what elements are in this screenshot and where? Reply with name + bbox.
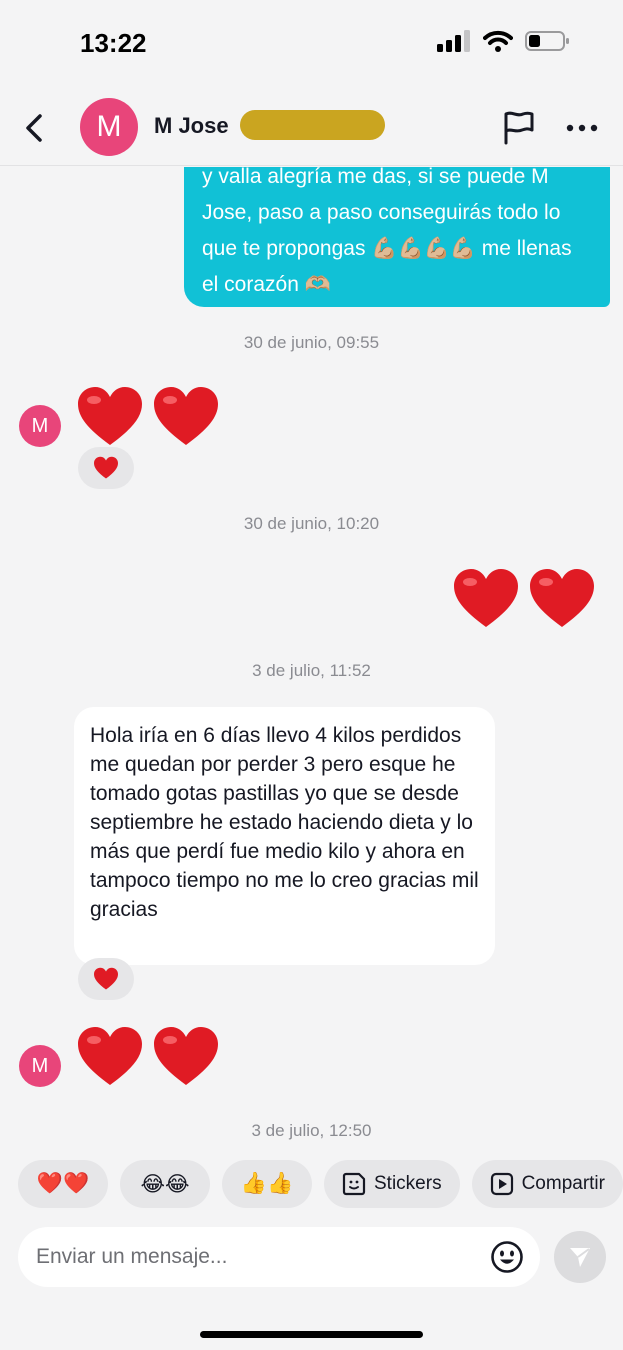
message-input[interactable]: [36, 1239, 476, 1275]
timestamp: 3 de julio, 12:50: [251, 1121, 372, 1140]
heart-reaction[interactable]: [78, 447, 134, 489]
heart-icon: [454, 569, 518, 627]
heart-emoji-message-outgoing[interactable]: [452, 567, 596, 631]
heart-emoji-message[interactable]: [76, 1025, 220, 1089]
sender-avatar[interactable]: M: [19, 1045, 61, 1087]
status-time: 13:22: [80, 28, 147, 58]
heart-icon: [94, 967, 118, 990]
emoji-icon[interactable]: [490, 1240, 524, 1274]
wifi-icon: [483, 30, 513, 52]
contact-name[interactable]: M Jose: [154, 113, 229, 139]
timestamp: 30 de junio, 09:55: [243, 333, 380, 352]
outgoing-message[interactable]: y valla alegría me das, si se puede M Jo…: [184, 167, 610, 307]
quick-reply-thumbs[interactable]: 👍👍: [222, 1160, 312, 1208]
stickers-button[interactable]: Stickers: [324, 1160, 460, 1208]
quick-reply-hearts-label: ❤️❤️: [36, 1172, 90, 1195]
home-indicator: [200, 1331, 423, 1338]
flag-icon[interactable]: [500, 110, 536, 146]
battery-icon: [525, 31, 569, 51]
heart-emoji-message[interactable]: [76, 385, 220, 449]
more-icon[interactable]: [564, 120, 600, 136]
heart-icon: [154, 387, 218, 445]
send-button[interactable]: [554, 1231, 606, 1283]
heart-icon: [154, 1027, 218, 1085]
heart-icon: [530, 569, 594, 627]
signal-icon: [437, 30, 470, 52]
outgoing-message-text: y valla alegría me das, si se puede M Jo…: [202, 167, 572, 296]
avatar-letter: M: [31, 1054, 49, 1077]
message-list[interactable]: y valla alegría me das, si se puede M Jo…: [0, 167, 623, 1157]
stickers-label: Stickers: [374, 1173, 442, 1194]
sticker-icon: [342, 1172, 366, 1196]
quick-reply-laugh[interactable]: 😂😂: [120, 1160, 210, 1208]
status-icons: [437, 30, 571, 52]
incoming-message[interactable]: Hola iría en 6 días llevo 4 kilos perdid…: [74, 707, 495, 965]
avatar-letter: M: [31, 414, 49, 437]
quick-reply-laugh-label: 😂😂: [140, 1172, 190, 1196]
quick-reply-hearts[interactable]: ❤️❤️: [18, 1160, 108, 1208]
timestamp: 3 de julio, 11:52: [252, 661, 371, 680]
heart-icon: [78, 387, 142, 445]
share-play-icon: [490, 1172, 513, 1196]
chat-header: M M Jose: [0, 90, 623, 166]
name-redaction: [240, 110, 385, 140]
timestamp: 30 de junio, 10:20: [243, 514, 380, 533]
sender-avatar[interactable]: M: [19, 405, 61, 447]
heart-reaction[interactable]: [78, 958, 134, 1000]
status-bar: 13:22: [0, 0, 623, 90]
incoming-message-text: Hola iría en 6 días llevo 4 kilos perdid…: [90, 724, 479, 921]
heart-icon: [94, 456, 118, 479]
back-icon[interactable]: [18, 108, 50, 148]
share-button[interactable]: Compartir: [471, 1160, 623, 1208]
avatar-letter: M: [96, 110, 122, 143]
contact-avatar[interactable]: M: [80, 98, 138, 156]
quick-reply-thumbs-label: 👍👍: [240, 1172, 294, 1195]
send-icon: [570, 1248, 590, 1267]
message-composer: [18, 1227, 540, 1287]
heart-icon: [78, 1027, 142, 1085]
quick-reply-bar[interactable]: ❤️❤️ 😂😂 👍👍 Stickers Compartir: [0, 1160, 623, 1212]
share-label: Compartir: [521, 1173, 605, 1194]
